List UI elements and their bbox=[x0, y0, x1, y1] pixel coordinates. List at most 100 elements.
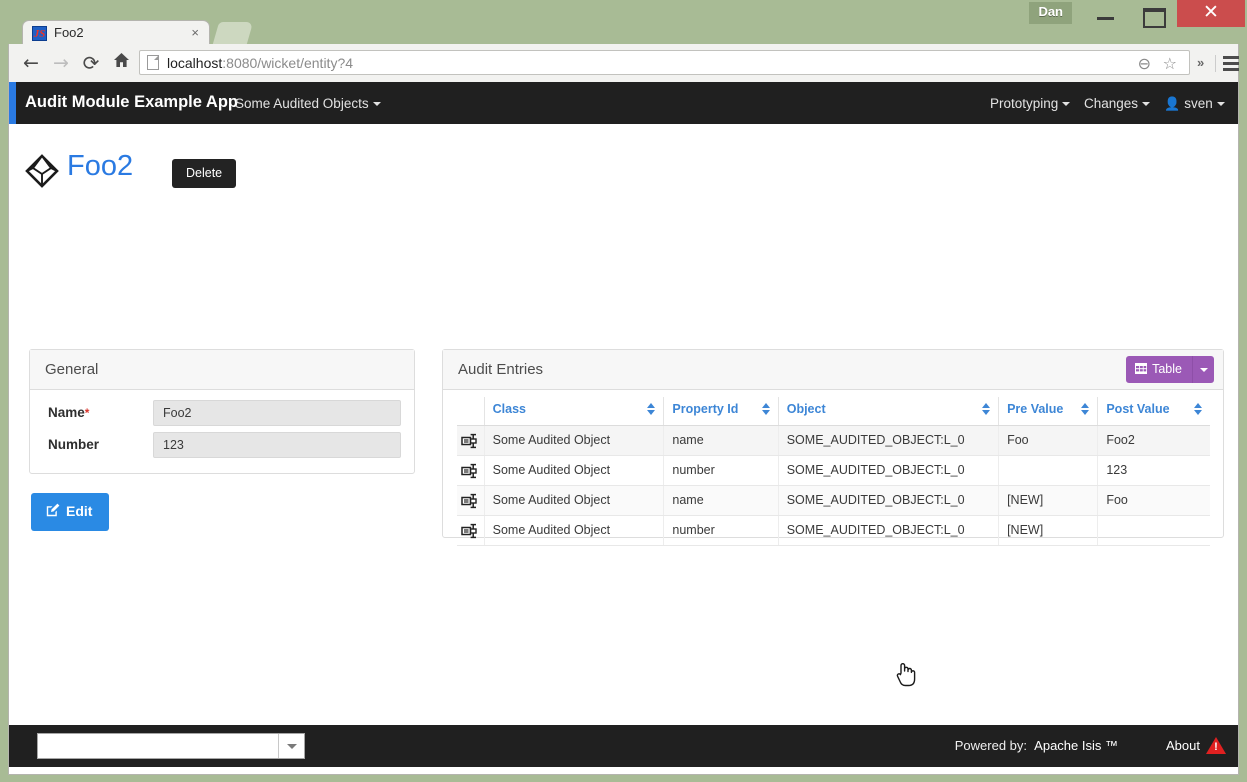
column-header-class[interactable]: Class bbox=[483, 397, 664, 426]
back-icon[interactable]: ← bbox=[19, 52, 43, 76]
field-value-number[interactable]: 123 bbox=[153, 432, 401, 458]
column-header-label: Property Id bbox=[672, 402, 739, 416]
reload-icon[interactable]: ⟳ bbox=[79, 52, 103, 76]
app-navbar: Audit Module Example App Some Audited Ob… bbox=[9, 82, 1238, 124]
page-document-icon bbox=[147, 55, 159, 70]
browser-tab-title: Foo2 bbox=[54, 25, 84, 40]
table-row[interactable]: Some Audited Object name SOME_AUDITED_OBJE… bbox=[457, 485, 1210, 516]
address-bar[interactable]: localhost:8080/wicket/entity?4 ⊖ ☆ bbox=[139, 50, 1190, 75]
warning-triangle-icon[interactable]: ! bbox=[1206, 737, 1226, 754]
edit-button-label: Edit bbox=[66, 503, 93, 519]
table-row[interactable]: Some Audited Object number SOME_AUDITED_OB… bbox=[457, 515, 1210, 546]
sort-indicator-icon[interactable] bbox=[1194, 403, 1203, 415]
field-label-name: Name* bbox=[48, 405, 89, 420]
required-asterisk: * bbox=[84, 406, 90, 420]
nav-item-prototyping[interactable]: Prototyping bbox=[990, 96, 1071, 111]
browser-tab-strip: JS Foo2 × bbox=[0, 0, 1247, 45]
audit-table-body: Some Audited Object name SOME_AUDITED_OBJE… bbox=[457, 425, 1210, 546]
cell-class: Some Audited Object bbox=[483, 425, 664, 456]
forward-icon[interactable]: → bbox=[49, 52, 73, 76]
sort-indicator-icon[interactable] bbox=[1081, 403, 1090, 415]
column-header-object[interactable]: Object bbox=[777, 397, 999, 426]
nav-item-user-menu[interactable]: 👤 sven bbox=[1164, 96, 1225, 112]
table-view-button[interactable]: Table bbox=[1126, 356, 1192, 383]
nav-item-label: Some Audited Objects bbox=[235, 96, 369, 111]
nav-item-changes[interactable]: Changes bbox=[1084, 96, 1151, 111]
cell-property-id: number bbox=[663, 515, 779, 546]
column-header-property-id[interactable]: Property Id bbox=[663, 397, 779, 426]
audit-entry-icon bbox=[461, 493, 479, 509]
user-icon: 👤 bbox=[1164, 97, 1181, 112]
chevron-down-icon bbox=[1142, 102, 1151, 107]
cell-object: SOME_AUDITED_OBJECT:L_0 bbox=[777, 455, 999, 486]
column-header-label: Pre Value bbox=[1007, 402, 1064, 416]
cell-entry-icon[interactable] bbox=[457, 425, 485, 456]
grid-icon bbox=[1135, 363, 1148, 376]
window-bottom-edge bbox=[8, 767, 1239, 775]
hamburger-menu-icon[interactable] bbox=[1223, 56, 1239, 71]
sort-indicator-icon[interactable] bbox=[761, 403, 771, 415]
bookmark-star-icon[interactable]: ☆ bbox=[1163, 54, 1177, 73]
powered-by-label: Powered by: bbox=[954, 738, 1027, 753]
table-view-button-label: Table bbox=[1152, 362, 1182, 376]
cell-entry-icon[interactable] bbox=[457, 485, 485, 516]
chevron-down-icon[interactable] bbox=[278, 734, 304, 758]
browser-toolbar: ← → ⟳ localhost:8080/wicket/entity?4 ⊖ ☆… bbox=[8, 44, 1239, 82]
sort-indicator-icon[interactable] bbox=[647, 403, 656, 415]
column-header-post-value[interactable]: Post Value bbox=[1097, 397, 1210, 426]
toolbar-divider bbox=[1215, 55, 1216, 72]
general-panel-title: General bbox=[45, 361, 99, 378]
browser-tab[interactable]: JS Foo2 × bbox=[22, 20, 210, 45]
url-path: :8080/wicket/entity?4 bbox=[222, 55, 354, 71]
toolbar-overflow-icon[interactable]: » bbox=[1197, 55, 1204, 70]
field-value-name[interactable]: Foo2 bbox=[153, 400, 401, 426]
cell-object: SOME_AUDITED_OBJECT:L_0 bbox=[777, 485, 999, 516]
field-label-number: Number bbox=[48, 437, 100, 452]
column-header-label: Class bbox=[492, 402, 526, 416]
chevron-down-icon bbox=[372, 102, 381, 107]
table-row[interactable]: Some Audited Object number SOME_AUDITED_OB… bbox=[457, 455, 1210, 486]
cell-post-value: 123 bbox=[1097, 455, 1210, 486]
footer-search-input[interactable] bbox=[38, 734, 278, 758]
audit-entry-icon bbox=[461, 463, 479, 479]
tab-close-icon[interactable]: × bbox=[191, 25, 199, 40]
field-row-name: Name* Foo2 bbox=[30, 400, 414, 432]
audit-table-header-row: Class Property Id Object Pre Value Post … bbox=[457, 397, 1210, 426]
cell-post-value bbox=[1097, 515, 1210, 546]
footer-search-combobox[interactable] bbox=[37, 733, 305, 759]
delete-button[interactable]: Delete bbox=[172, 159, 237, 188]
nav-item-label: Prototyping bbox=[990, 96, 1059, 111]
table-row[interactable]: Some Audited Object name SOME_AUDITED_OBJE… bbox=[457, 425, 1210, 456]
octahedron-entity-icon bbox=[25, 154, 59, 188]
cell-class: Some Audited Object bbox=[483, 515, 664, 546]
app-brand-title[interactable]: Audit Module Example App bbox=[25, 93, 238, 112]
page-body: Foo2 Delete General Name* Foo2 Number 12… bbox=[9, 124, 1238, 725]
about-link[interactable]: About bbox=[1166, 738, 1200, 753]
view-switcher-caret-button[interactable] bbox=[1192, 356, 1214, 383]
cell-entry-icon[interactable] bbox=[457, 455, 485, 486]
cell-property-id: name bbox=[663, 425, 779, 456]
warning-glyph: ! bbox=[1214, 741, 1218, 753]
wicket-favicon-icon: JS bbox=[32, 26, 47, 41]
apache-isis-link[interactable]: Apache Isis ™ bbox=[1034, 738, 1118, 753]
browser-window: Dan ✕ JS Foo2 × ← → ⟳ localhost:8080/wic… bbox=[0, 0, 1247, 782]
nav-item-label: sven bbox=[1184, 96, 1213, 111]
audit-entries-panel: Audit Entries Table Class Property Id Ob… bbox=[442, 349, 1224, 687]
cell-entry-icon[interactable] bbox=[457, 515, 485, 546]
cell-post-value: Foo2 bbox=[1097, 425, 1210, 456]
new-tab-button[interactable] bbox=[212, 22, 254, 44]
home-icon[interactable] bbox=[109, 52, 133, 76]
view-switcher-group: Table bbox=[1126, 356, 1214, 383]
chevron-down-icon bbox=[1062, 102, 1071, 107]
cell-property-id: number bbox=[663, 455, 779, 486]
mouse-cursor bbox=[895, 660, 917, 688]
zoom-icon[interactable]: ⊖ bbox=[1138, 54, 1151, 73]
sort-indicator-icon[interactable] bbox=[982, 403, 991, 415]
column-header-pre-value[interactable]: Pre Value bbox=[998, 397, 1098, 426]
navbar-accent-bar bbox=[9, 82, 16, 124]
column-header-label: Object bbox=[786, 402, 826, 416]
cell-class: Some Audited Object bbox=[483, 455, 664, 486]
nav-item-some-audited-objects[interactable]: Some Audited Objects bbox=[235, 96, 381, 111]
column-header-icon bbox=[457, 397, 485, 426]
edit-button[interactable]: Edit bbox=[31, 493, 110, 531]
